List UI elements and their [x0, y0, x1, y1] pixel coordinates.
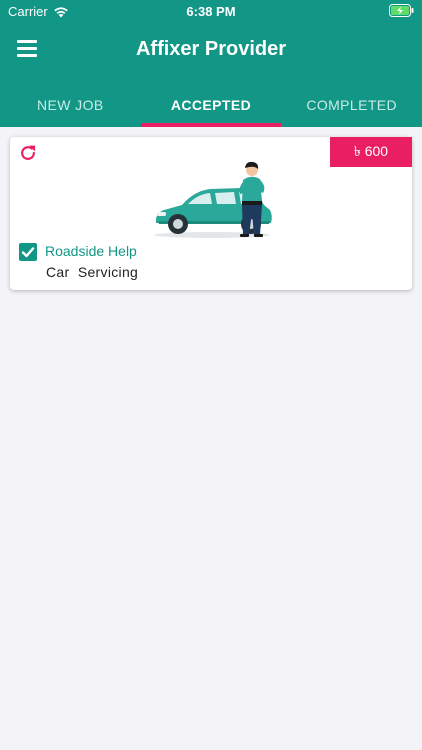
page-title: Affixer Provider [135, 38, 287, 60]
tab-accepted[interactable]: ACCEPTED [140, 84, 282, 127]
app-header: Carrier 6:38 PM Affixer Provider NEW JOB… [0, 0, 422, 127]
service-type: Car Servicing [46, 264, 139, 280]
car-mechanic-illustration [154, 161, 272, 238]
checkmark-icon [21, 247, 35, 258]
nav-bar: Affixer Provider [0, 22, 422, 78]
status-bar: Carrier 6:38 PM [0, 0, 422, 22]
battery-charging-icon [389, 4, 414, 17]
tab-bar: NEW JOB ACCEPTED COMPLETED [0, 84, 422, 127]
job-checkbox[interactable] [19, 243, 37, 261]
tab-new-job[interactable]: NEW JOB [0, 84, 141, 127]
clock: 6:38 PM [186, 4, 236, 19]
price-badge: ৳ 600 [330, 137, 412, 167]
refresh-icon[interactable] [18, 143, 38, 163]
job-card[interactable]: ৳ 600 Roadside Help Car Servicing [10, 137, 412, 290]
service-name: Roadside Help [45, 243, 137, 259]
tab-completed[interactable]: COMPLETED [281, 84, 422, 127]
